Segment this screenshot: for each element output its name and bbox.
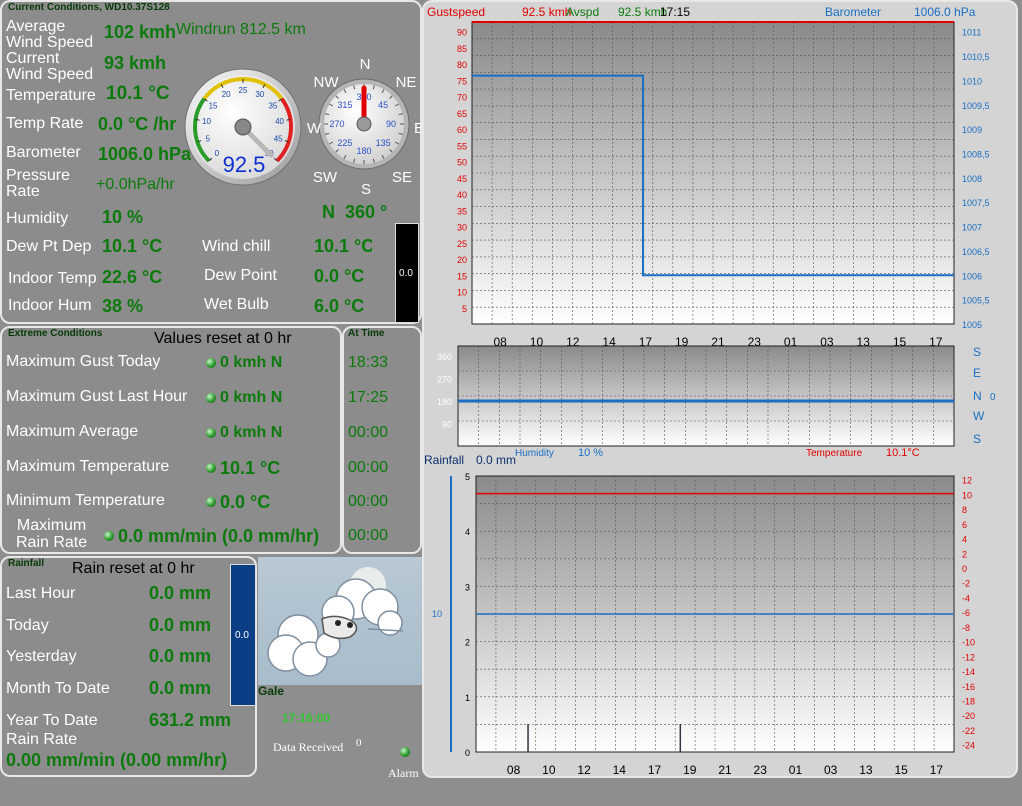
chart-x-tick-label: 21 <box>718 763 732 777</box>
chart1-left-tick: 90 <box>457 28 467 38</box>
chart-x-tick-label: 14 <box>613 763 627 777</box>
chart3-header-text: 0.0 mm <box>476 453 516 467</box>
chart-x-tick-label: 19 <box>683 763 697 777</box>
chart3-header-text: Humidity <box>515 448 554 459</box>
chart3-right-tick: -14 <box>962 667 975 677</box>
chart3-left-tick: 0 <box>465 748 470 758</box>
chart1-right-tick: 1010 <box>962 76 982 86</box>
chart1-left-tick: 80 <box>457 60 467 70</box>
chart1-left-tick: 60 <box>457 125 467 135</box>
chart1-left-tick: 15 <box>457 271 467 281</box>
chart1-right-tick: 1006,5 <box>962 247 990 257</box>
chart3-header-text: Rainfall <box>424 453 464 467</box>
chart3-right-tick: -20 <box>962 711 975 721</box>
chart3-right-tick: -18 <box>962 696 975 706</box>
chart3-left-tick: 3 <box>465 582 470 592</box>
chart1-right-tick: 1007 <box>962 223 982 233</box>
chart1-left-tick: 70 <box>457 93 467 103</box>
chart1-left-tick: 75 <box>457 76 467 86</box>
chart2-direction-label: E <box>973 366 981 380</box>
chart3-right-tick: -16 <box>962 682 975 692</box>
chart1-right-tick: 1005 <box>962 320 982 330</box>
chart3-header-text: 10.1°C <box>886 447 920 459</box>
chart1-left-tick: 10 <box>457 288 467 298</box>
chart1-header-text: Avspd <box>566 5 599 19</box>
chart1-header-text: Barometer <box>825 5 881 19</box>
chart2-direction-label: S <box>973 345 981 359</box>
chart3-header-text: 10 % <box>578 447 603 459</box>
chart2-direction-label: W <box>973 409 985 423</box>
chart1-left-tick: 25 <box>457 239 467 249</box>
chart1-right-tick: 1010,5 <box>962 52 990 62</box>
chart-x-tick-label: 12 <box>577 763 591 777</box>
chart3-outer-tick: 10 <box>432 609 442 619</box>
chart1-header-text: 1006.0 hPa <box>914 5 976 19</box>
chart1-right-tick: 1007,5 <box>962 198 990 208</box>
chart3-header-text: Temperature <box>806 448 863 459</box>
chart1-left-tick: 35 <box>457 206 467 216</box>
chart1-right-tick: 1006 <box>962 271 982 281</box>
chart1-left-tick: 50 <box>457 158 467 168</box>
chart-x-tick-label: 13 <box>859 763 873 777</box>
chart1-right-tick: 1005,5 <box>962 296 990 306</box>
chart1-left-tick: 30 <box>457 223 467 233</box>
chart1-left-tick: 65 <box>457 109 467 119</box>
chart1-header-text: 92.5 kmh <box>522 5 571 19</box>
chart3-right-tick: 6 <box>962 520 967 530</box>
chart2-left-tick: 270 <box>437 375 452 385</box>
chart2-direction-label: N <box>973 389 982 403</box>
chart2-left-tick: 180 <box>437 397 452 407</box>
chart3-left-tick: 1 <box>465 693 470 703</box>
chart1-right-tick: 1009,5 <box>962 101 990 111</box>
chart3-right-tick: -4 <box>962 593 970 603</box>
chart-x-tick-label: 17 <box>930 763 944 777</box>
history-charts: Gustspeed 92.5 kmhAvspd 92.5 kmh17:15 Barom… <box>424 5 996 777</box>
chart3-left-tick: 5 <box>465 472 470 482</box>
chart-x-tick-label: 03 <box>824 763 838 777</box>
chart3-right-tick: 4 <box>962 535 967 545</box>
chart3-right-tick: 12 <box>962 476 972 486</box>
chart1-right-tick: 1009 <box>962 125 982 135</box>
chart2-direction-label: 0 <box>990 392 996 403</box>
chart1-header-text: Gustspeed <box>427 5 485 19</box>
chart3-right-tick: -6 <box>962 608 970 618</box>
chart1-left-tick: 40 <box>457 190 467 200</box>
chart2-left-tick: 90 <box>442 420 452 430</box>
chart1-left-tick: 45 <box>457 174 467 184</box>
chart-x-tick-label: 15 <box>894 763 908 777</box>
chart3-right-tick: 10 <box>962 490 972 500</box>
chart1-right-tick: 1008 <box>962 174 982 184</box>
chart1-left-tick: 5 <box>462 304 467 314</box>
chart3-right-tick: -8 <box>962 623 970 633</box>
chart3-right-tick: -12 <box>962 652 975 662</box>
chart-x-tick-label: 08 <box>507 763 521 777</box>
chart2-left-tick: 360 <box>437 352 452 362</box>
chart3-left-tick: 4 <box>465 527 470 537</box>
chart1-left-tick: 55 <box>457 141 467 151</box>
chart3-right-tick: -10 <box>962 638 975 648</box>
chart1-left-tick: 20 <box>457 255 467 265</box>
chart1-right-tick: 1008,5 <box>962 150 990 160</box>
chart3-right-tick: -2 <box>962 579 970 589</box>
chart-x-tick-label: 17 <box>648 763 662 777</box>
chart-x-tick-label: 01 <box>789 763 803 777</box>
chart-x-tick-label: 10 <box>542 763 556 777</box>
chart1-right-tick: 1011 <box>962 28 981 38</box>
chart3-right-tick: -22 <box>962 726 975 736</box>
chart3-right-tick: -24 <box>962 741 975 751</box>
chart2-direction-label: S <box>973 432 981 446</box>
chart1-left-tick: 85 <box>457 44 467 54</box>
chart3-right-tick: 2 <box>962 549 967 559</box>
chart3-right-tick: 0 <box>962 564 967 574</box>
chart-x-tick-label: 23 <box>754 763 768 777</box>
chart1-header-text: 17:15 <box>660 5 690 19</box>
chart3-right-tick: 8 <box>962 505 967 515</box>
chart3-left-tick: 2 <box>465 638 470 648</box>
